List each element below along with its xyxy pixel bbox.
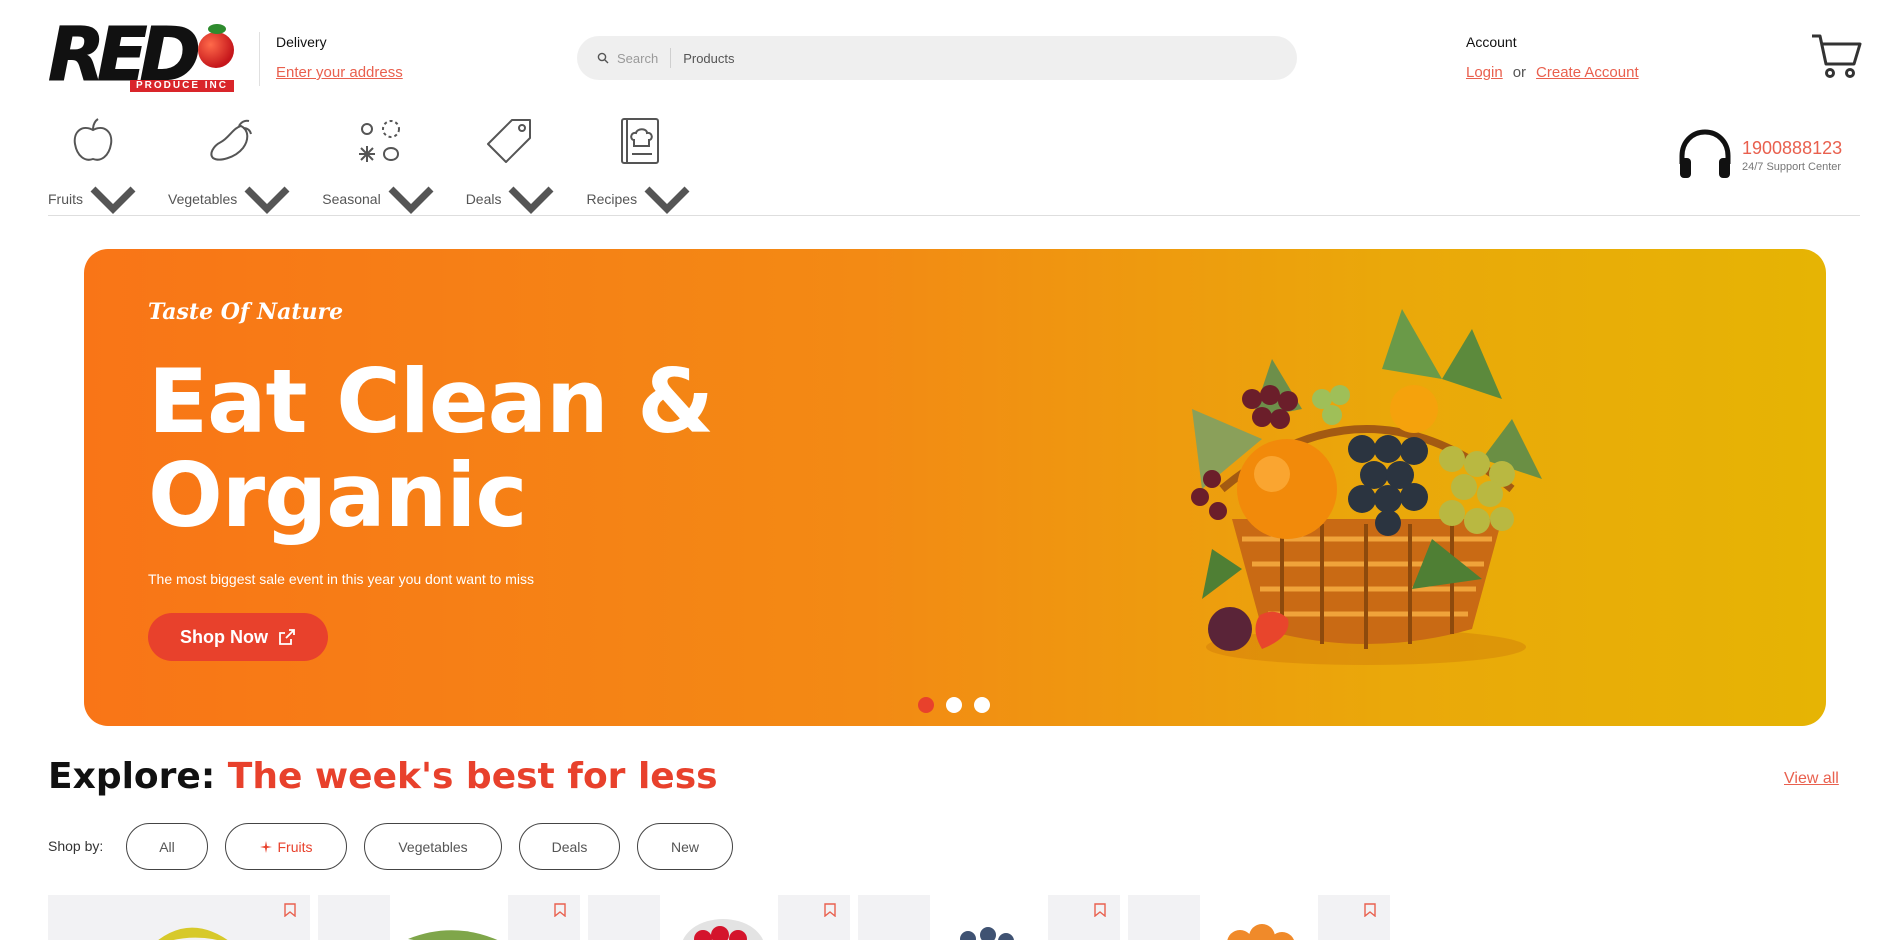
- category-fruits[interactable]: Fruits: [48, 116, 138, 224]
- logo-subtext: PRODUCE INC: [130, 80, 234, 92]
- tag-icon: [487, 119, 532, 163]
- sparkle-icon: [259, 840, 272, 853]
- recipe-book-icon: [621, 118, 660, 164]
- leaf-icon: [208, 24, 226, 34]
- chevron-down-icon: [388, 186, 434, 214]
- chevron-down-icon: [244, 186, 290, 214]
- product-card-bananas[interactable]: [48, 895, 310, 940]
- delivery-label: Delivery: [276, 34, 327, 50]
- category-label: Fruits: [48, 191, 83, 207]
- category-vegetables[interactable]: Vegetables: [168, 116, 292, 224]
- product-card-blueberries[interactable]: [858, 895, 1120, 940]
- or-text: or: [1512, 64, 1527, 81]
- filter-fruits[interactable]: Fruits: [225, 823, 347, 870]
- category-label: Recipes: [586, 191, 638, 207]
- fruit-basket-image: [1191, 309, 1542, 665]
- category-recipes[interactable]: Recipes: [586, 116, 692, 224]
- bookmark-icon[interactable]: [1094, 903, 1106, 917]
- category-label: Vegetables: [168, 191, 238, 207]
- tomato-icon: [198, 32, 234, 68]
- shop-now-label: Shop Now: [180, 626, 268, 647]
- section-title: Explore: The week's best for less: [48, 756, 718, 797]
- apple-icon: [73, 118, 113, 161]
- product-card-plantains[interactable]: [318, 895, 580, 940]
- cart-icon[interactable]: [1810, 32, 1862, 80]
- eggplant-icon: [210, 119, 253, 161]
- filter-new[interactable]: New: [637, 823, 733, 870]
- login-link[interactable]: Login: [1466, 64, 1503, 81]
- carousel-dot-3[interactable]: [974, 697, 990, 713]
- chevron-down-icon: [509, 186, 554, 214]
- bananas-image: [158, 927, 228, 940]
- logo[interactable]: RED PRODUCE INC: [48, 18, 234, 93]
- product-card-raspberries[interactable]: [588, 895, 850, 940]
- carousel-dot-2[interactable]: [946, 697, 962, 713]
- header-divider-line: [48, 215, 1860, 216]
- category-deals[interactable]: Deals: [466, 116, 557, 224]
- external-link-icon: [279, 629, 295, 645]
- support-phone[interactable]: 1900888123: [1742, 138, 1842, 158]
- account-links: Login or Create Account: [1466, 64, 1639, 81]
- chevron-down-icon: [90, 186, 136, 214]
- bookmark-icon[interactable]: [824, 903, 836, 917]
- bookmark-icon[interactable]: [1364, 903, 1376, 917]
- carousel-dots: [918, 697, 1002, 713]
- product-card-apricots[interactable]: [1128, 895, 1390, 940]
- headphones-icon: [1679, 129, 1731, 178]
- filter-all[interactable]: All: [126, 823, 208, 870]
- category-label: Deals: [465, 191, 502, 207]
- chevron-down-icon: [644, 186, 690, 214]
- seasons-icon: [358, 120, 400, 162]
- section-title-text: The week's best for less: [227, 756, 718, 797]
- support-subtitle: 24/7 Support Center: [1742, 160, 1842, 173]
- blueberries-image: [960, 927, 1014, 940]
- hero-banner: Taste Of Nature Eat Clean & Organic The …: [84, 249, 1826, 726]
- hero-description: The most biggest sale event in this year…: [148, 571, 534, 587]
- category-label: Seasonal: [322, 191, 381, 207]
- category-nav: Fruits Vegetables Seasonal Deals Recipes: [48, 116, 722, 224]
- carousel-dot-1[interactable]: [918, 697, 934, 713]
- section-title-prefix: Explore:: [48, 756, 216, 797]
- bookmark-icon[interactable]: [554, 903, 566, 917]
- plantains-image: [408, 930, 498, 940]
- filter-label: Fruits: [277, 838, 313, 855]
- view-all-link[interactable]: View all: [1784, 770, 1839, 788]
- create-account-link[interactable]: Create Account: [1536, 64, 1639, 81]
- filter-chips: All Fruits Vegetables Deals New: [126, 823, 750, 870]
- search-separator: [670, 48, 672, 68]
- raspberries-image: [682, 919, 764, 940]
- enter-address-link[interactable]: Enter your address: [276, 64, 403, 81]
- filter-vegetables[interactable]: Vegetables: [364, 823, 502, 870]
- shop-by-label: Shop by:: [48, 838, 104, 854]
- shop-now-button[interactable]: Shop Now: [148, 613, 328, 661]
- header-divider: [259, 32, 260, 86]
- category-seasonal[interactable]: Seasonal: [322, 116, 435, 224]
- search-bar[interactable]: Search Products: [577, 36, 1297, 80]
- filter-label: Vegetables: [398, 838, 468, 855]
- apricots-image: [1227, 924, 1294, 940]
- search-input[interactable]: Search: [617, 51, 658, 66]
- search-category[interactable]: Products: [683, 51, 734, 66]
- bookmark-icon[interactable]: [284, 903, 296, 917]
- filter-label: New: [670, 838, 699, 855]
- filter-label: All: [159, 838, 175, 855]
- filter-deals[interactable]: Deals: [519, 823, 620, 870]
- support-center[interactable]: 1900888123 24/7 Support Center: [1676, 128, 1842, 182]
- account-label: Account: [1466, 34, 1517, 50]
- filter-label: Deals: [551, 838, 588, 855]
- hero-title: Eat Clean & Organic: [148, 350, 714, 547]
- search-icon: [597, 52, 609, 64]
- hero-tagline: Taste Of Nature: [148, 299, 344, 325]
- product-grid: [48, 895, 1398, 940]
